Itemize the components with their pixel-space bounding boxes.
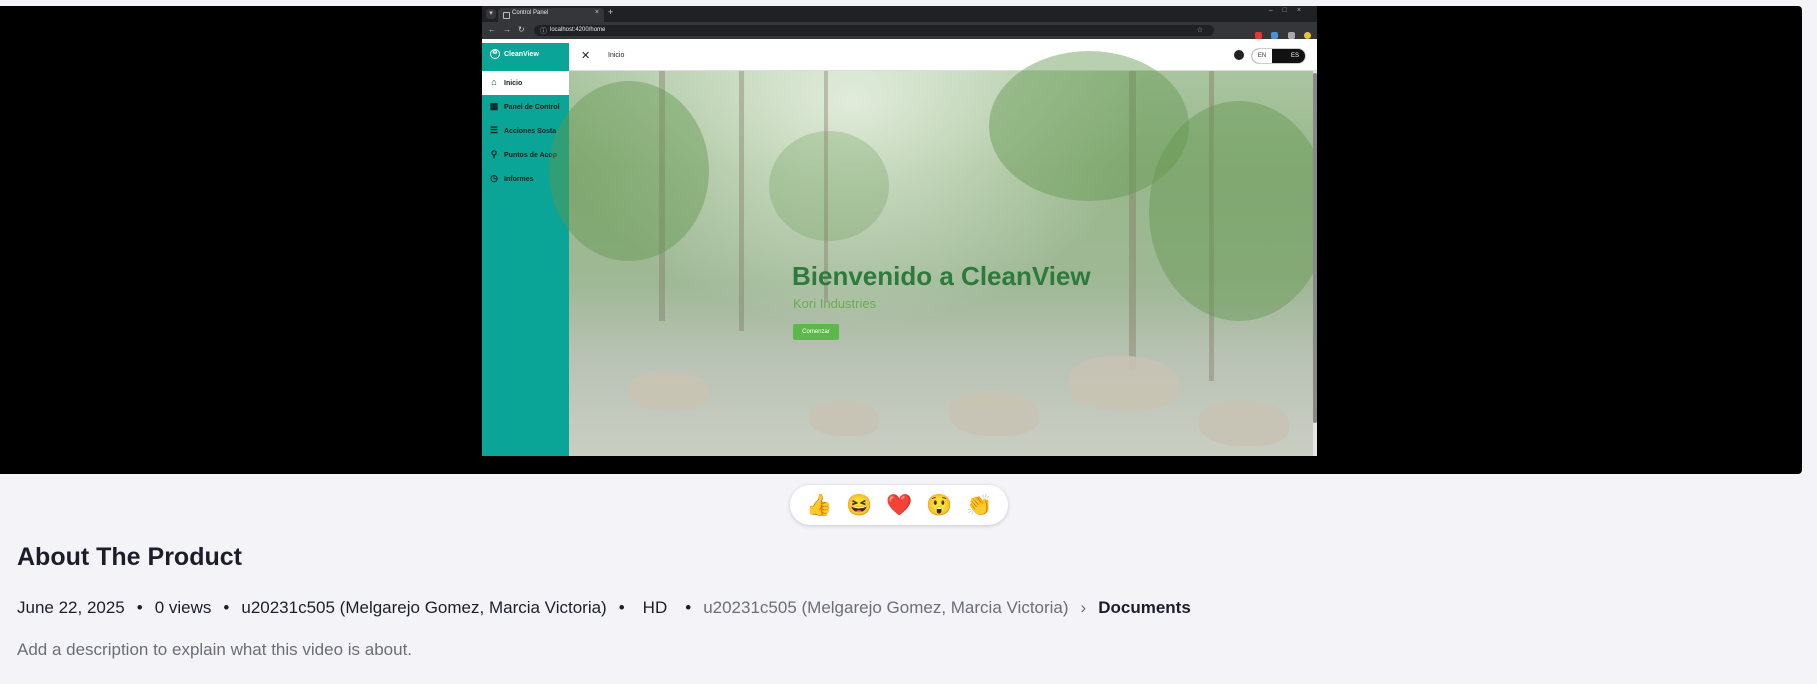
app-topbar: ✕ Inicio EN ES: [569, 43, 1317, 71]
collection-point-icon: ⚲: [490, 149, 498, 159]
rock: [629, 371, 709, 411]
tab-close-icon: ×: [594, 9, 599, 16]
recycle-icon: ♻: [490, 49, 500, 59]
cleanview-app: ♻ CleanView ⌂ Inicio ▦ Panel de Control ☰…: [482, 43, 1317, 456]
author-name: u20231c505 (Melgarejo Gomez, Marcia Vict…: [241, 598, 607, 617]
about-heading: About The Product: [17, 543, 242, 571]
brand-name: CleanView: [504, 50, 539, 58]
hero-title: Bienvenido a CleanView: [792, 261, 1091, 291]
clock-icon: ◷: [490, 173, 498, 183]
extension-icon: [1254, 32, 1262, 39]
hero-subtitle: Kori Industries: [793, 296, 877, 311]
rock: [1069, 356, 1179, 411]
browser-address-bar: ←→↻ ⓘ localhost:4200/home ☆: [482, 22, 1317, 39]
actions-icon: ☰: [489, 125, 499, 135]
extension-icon: [1287, 32, 1295, 39]
sidebar-item-panel: ▦ Panel de Control: [482, 95, 569, 119]
foliage: [549, 81, 709, 261]
browser-tab: Control Panel ×: [498, 8, 604, 22]
home-icon: ⌂: [491, 77, 497, 87]
laugh-reaction[interactable]: 😆: [846, 493, 872, 519]
app-scrollbar: [1313, 71, 1317, 456]
profile-icon: [1304, 32, 1311, 39]
close-icon: ✕: [581, 50, 591, 62]
separator-dot: •: [136, 598, 143, 617]
language-toggle: EN ES: [1251, 48, 1306, 64]
video-player[interactable]: ▾ Control Panel × + –□× ←→↻ ⓘ localhost:…: [0, 6, 1802, 474]
video-description[interactable]: Add a description to explain what this v…: [17, 640, 412, 660]
surprised-reaction[interactable]: 😲: [926, 493, 952, 519]
sidebar-item-label: Informes: [504, 176, 534, 183]
omnibox: ⓘ localhost:4200/home ☆: [534, 25, 1214, 36]
view-count: 0 views: [154, 598, 212, 617]
chevron-right-icon: ›: [1080, 598, 1087, 617]
tree-trunk: [739, 71, 744, 331]
thumbs-up-reaction[interactable]: 👍: [806, 493, 832, 519]
separator-dot: •: [223, 598, 230, 617]
url-text: localhost:4200/home: [550, 27, 606, 33]
extensions-area: [1250, 26, 1311, 39]
breadcrumb: Inicio: [608, 52, 625, 59]
folder-owner-link[interactable]: u20231c505 (Melgarejo Gomez, Marcia Vict…: [703, 598, 1068, 617]
separator-dot: •: [618, 598, 625, 617]
rock: [809, 401, 879, 436]
tab-search-icon: ▾: [486, 9, 496, 19]
upload-date: June 22, 2025: [17, 598, 125, 617]
video-meta: June 22, 2025 • 0 views • u20231c505 (Melgar…: [17, 598, 1191, 618]
reactions-bar: 👍 😆 ❤️ 😲 👏: [790, 485, 1008, 525]
lang-en: EN: [1252, 49, 1272, 63]
extension-icon: [1271, 32, 1279, 39]
nav-arrows-icon: ←→↻: [488, 25, 532, 34]
quality-badge: HD: [642, 598, 668, 617]
sidebar-item-label: Acciones Sosta: [504, 128, 557, 135]
new-tab-icon: +: [608, 7, 614, 17]
clap-reaction[interactable]: 👏: [966, 493, 992, 519]
brand-logo: ♻ CleanView: [490, 49, 539, 63]
window-controls: –□×: [1268, 7, 1311, 14]
bookmark-star-icon: ☆: [1196, 27, 1208, 34]
sidebar-item-inicio: ⌂ Inicio: [482, 71, 569, 95]
separator-dot: •: [685, 598, 692, 617]
tab-favicon-icon: [503, 12, 510, 19]
dashboard-icon: ▦: [489, 101, 499, 111]
foliage: [769, 131, 889, 241]
heart-reaction[interactable]: ❤️: [886, 493, 912, 519]
tab-title: Control Panel: [512, 10, 549, 16]
site-info-icon: ⓘ: [540, 28, 547, 35]
hero-forest-image: Bienvenido a CleanView Kori Industries C…: [549, 51, 1317, 456]
start-button: Comenzar: [793, 324, 839, 340]
user-icon: [1234, 50, 1244, 60]
rock: [1199, 401, 1289, 446]
sidebar: ♻ CleanView ⌂ Inicio ▦ Panel de Control ☰…: [482, 43, 569, 456]
video-frame: ▾ Control Panel × + –□× ←→↻ ⓘ localhost:…: [482, 6, 1317, 456]
foliage: [1149, 101, 1317, 321]
sidebar-item-label: Inicio: [504, 80, 523, 87]
rock: [949, 391, 1039, 436]
folder-link[interactable]: Documents: [1098, 598, 1191, 617]
browser-tab-bar: ▾ Control Panel × + –□×: [482, 6, 1317, 22]
lang-es: ES: [1290, 53, 1299, 59]
sidebar-item-label: Panel de Control: [504, 104, 560, 111]
